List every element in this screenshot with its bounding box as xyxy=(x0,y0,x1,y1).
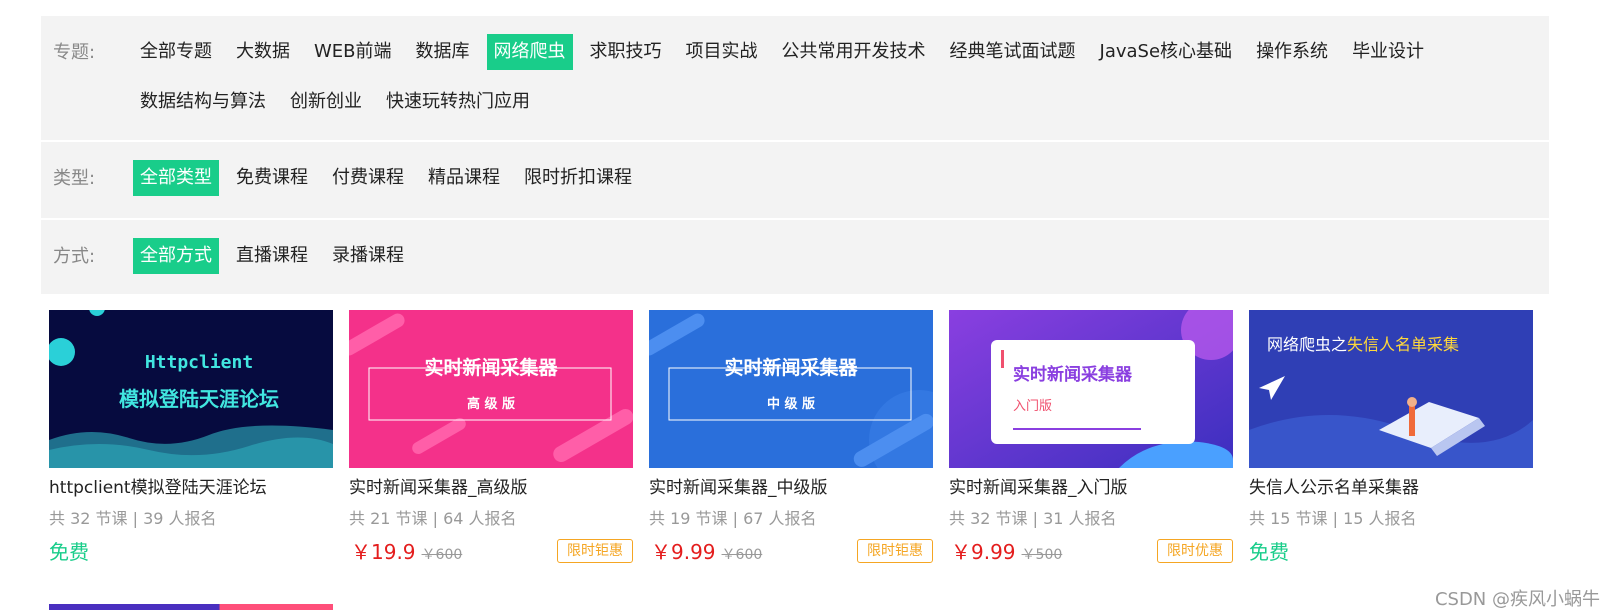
course-title[interactable]: httpclient模拟登陆天涯论坛 xyxy=(49,477,333,499)
thumb-line2: 高 级 版 xyxy=(467,396,515,412)
thumb-line2: 模拟登陆天涯论坛 xyxy=(119,387,279,411)
course-title[interactable]: 实时新闻采集器_中级版 xyxy=(649,477,933,499)
topic-option[interactable]: JavaSe核心基础 xyxy=(1093,34,1240,70)
price-row: 免费 xyxy=(1249,539,1533,565)
thumb-line1: 实时新闻采集器 xyxy=(724,356,858,379)
type-options: 全部类型 免费课程 付费课程 精品课程 限时折扣课程 xyxy=(133,160,1489,210)
topic-option[interactable]: 经典笔试面试题 xyxy=(943,34,1083,70)
discount-badge: 限时钜惠 xyxy=(857,539,933,563)
free-label: 免费 xyxy=(1249,540,1289,564)
mode-options: 全部方式 直播课程 录播课程 xyxy=(133,238,1489,288)
topic-label: 专题: xyxy=(53,42,96,63)
topic-option[interactable]: 快速玩转热门应用 xyxy=(379,84,537,120)
course-meta: 共 19 节课 | 67 人报名 xyxy=(649,509,817,528)
type-filter-row: 类型: 全部类型 免费课程 付费课程 精品课程 限时折扣课程 xyxy=(41,142,1549,218)
filter-panel: 专题: 全部专题 大数据 WEB前端 数据库 网络爬虫 求职技巧 项目实战 公共常用开发技术经… xyxy=(41,16,1549,294)
course-card[interactable]: 实时新闻采集器 入门版 实时新闻采集器_入门版 共 32 节课 | 31 人报名… xyxy=(949,310,1233,565)
mode-label: 方式: xyxy=(53,246,96,267)
type-option[interactable]: 免费课程 xyxy=(229,160,315,196)
thumb-line1: Httpclient xyxy=(145,352,253,373)
course-card[interactable]: 实时新闻采集器 高 级 版 实时新闻采集器_高级版 共 21 节课 | 64 人… xyxy=(349,310,633,565)
topic-option[interactable]: 毕业设计 xyxy=(1345,34,1431,70)
topic-option[interactable]: 求职技巧 xyxy=(583,34,669,70)
topic-option[interactable]: 数据库 xyxy=(409,34,477,70)
thumb-line1: 实时新闻采集器 xyxy=(1013,364,1133,385)
price: ￥19.9 xyxy=(351,540,416,564)
price-row: 免费 xyxy=(49,539,333,565)
course-title[interactable]: 失信人公示名单采集器 xyxy=(1249,477,1533,499)
topic-option[interactable]: 数据结构与算法 xyxy=(133,84,273,120)
course-thumbnail[interactable]: 网络爬虫之失信人名单采集 xyxy=(1249,310,1533,468)
course-card[interactable]: Httpclient 模拟登陆天涯论坛 httpclient模拟登陆天涯论坛 共… xyxy=(49,310,333,565)
topic-options: 全部专题 大数据 WEB前端 数据库 网络爬虫 求职技巧 项目实战 公共常用开发技术 经典笔试面… xyxy=(133,34,1489,134)
original-price: ￥600 xyxy=(721,547,763,563)
original-price: ￥500 xyxy=(1021,547,1063,563)
thumb-line2: 入门版 xyxy=(1013,399,1052,414)
mode-option[interactable]: 直播课程 xyxy=(229,238,315,274)
course-thumbnail[interactable]: 实时新闻采集器 入门版 xyxy=(949,310,1233,468)
thumb-line1: 实时新闻采集器 xyxy=(424,356,558,379)
course-thumbnail[interactable]: Httpclient 模拟登陆天涯论坛 xyxy=(49,310,333,468)
course-meta: 共 21 节课 | 64 人报名 xyxy=(349,509,517,528)
watermark: CSDN @疾风小蜗牛 xyxy=(1434,589,1600,610)
price: ￥9.99 xyxy=(951,540,1016,564)
type-option[interactable]: 限时折扣课程 xyxy=(517,160,639,196)
course-meta: 共 15 节课 | 15 人报名 xyxy=(1249,509,1417,528)
type-option[interactable]: 付费课程 xyxy=(325,160,411,196)
course-card[interactable]: 实时新闻采集器 中 级 版 实时新闻采集器_中级版 共 19 节课 | 67 人… xyxy=(649,310,933,565)
course-card[interactable]: 网络爬虫之失信人名单采集 失信人公示名单采集器 共 15 节课 | 15 人报名… xyxy=(1249,310,1533,565)
discount-badge: 限时钜惠 xyxy=(557,539,633,563)
type-option[interactable]: 全部类型 xyxy=(133,160,219,196)
topic-option[interactable]: 项目实战 xyxy=(679,34,765,70)
thumb-line2: 失信人名单采集 xyxy=(1347,335,1459,354)
topic-filter-row: 专题: 全部专题 大数据 WEB前端 数据库 网络爬虫 求职技巧 项目实战 公共常用开发技术经… xyxy=(41,16,1549,140)
price-row: ￥9.99 ￥600 限时钜惠 xyxy=(649,539,933,565)
mode-filter-row: 方式: 全部方式 直播课程 录播课程 xyxy=(41,220,1549,294)
course-thumbnail[interactable]: 实时新闻采集器 中 级 版 xyxy=(649,310,933,468)
topic-option[interactable]: 全部专题 xyxy=(133,34,219,70)
original-price: ￥600 xyxy=(421,547,463,563)
mode-option[interactable]: 全部方式 xyxy=(133,238,219,274)
thumb-line2: 中 级 版 xyxy=(767,396,815,412)
topic-option[interactable]: 操作系统 xyxy=(1249,34,1335,70)
type-option[interactable]: 精品课程 xyxy=(421,160,507,196)
course-list: Httpclient 模拟登陆天涯论坛 httpclient模拟登陆天涯论坛 共… xyxy=(49,310,1549,565)
mode-option[interactable]: 录播课程 xyxy=(325,238,411,274)
course-thumbnail[interactable]: 实时新闻采集器 高 级 版 xyxy=(349,310,633,468)
course-title[interactable]: 实时新闻采集器_高级版 xyxy=(349,477,633,499)
topic-option[interactable]: 创新创业 xyxy=(283,84,369,120)
price: ￥9.99 xyxy=(651,540,716,564)
thumb-line1: 网络爬虫之 xyxy=(1267,335,1347,354)
topic-option[interactable]: 网络爬虫 xyxy=(486,34,573,70)
course-title[interactable]: 实时新闻采集器_入门版 xyxy=(949,477,1233,499)
price-row: ￥19.9 ￥600 限时钜惠 xyxy=(349,539,633,565)
price-row: ￥9.99 ￥500 限时优惠 xyxy=(949,539,1233,565)
next-course-thumbnail-partial[interactable] xyxy=(49,604,333,610)
course-meta: 共 32 节课 | 39 人报名 xyxy=(49,509,217,528)
free-label: 免费 xyxy=(49,540,89,564)
topic-option[interactable]: 公共常用开发技术 xyxy=(775,34,933,70)
topic-option[interactable]: WEB前端 xyxy=(307,34,399,70)
discount-badge: 限时优惠 xyxy=(1157,539,1233,563)
course-meta: 共 32 节课 | 31 人报名 xyxy=(949,509,1117,528)
type-label: 类型: xyxy=(53,168,96,189)
topic-option[interactable]: 大数据 xyxy=(229,34,297,70)
svg-text:网络爬虫之失信人名单采集: 网络爬虫之失信人名单采集 xyxy=(1267,335,1459,354)
